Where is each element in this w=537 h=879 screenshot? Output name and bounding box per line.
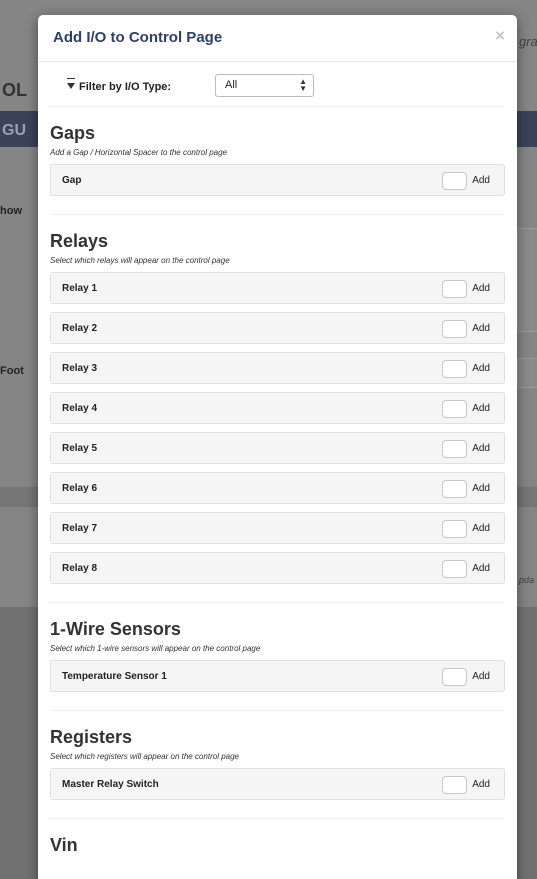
add-label: Add — [472, 483, 490, 494]
io-item-label: Relay 3 — [62, 363, 98, 374]
filter-row: Filter by I/O Type: All ▲ ▼ — [50, 62, 505, 107]
background-textarea — [517, 228, 537, 332]
section-heading: Gaps — [50, 123, 96, 143]
io-item-label: Relay 1 — [62, 283, 98, 294]
filter-label-group: Filter by I/O Type: — [67, 78, 172, 93]
add-checkbox[interactable] — [442, 400, 467, 418]
section-description: Select which 1-wire sensors will appear … — [50, 644, 261, 653]
modal-body: Filter by I/O Type: All ▲ ▼ Gaps Add a Gap… — [38, 62, 517, 856]
io-item-row: Relay 4 Add — [50, 392, 505, 424]
add-label: Add — [472, 523, 490, 534]
io-item-label: Relay 5 — [62, 443, 98, 454]
io-item-row: Relay 3 Add — [50, 352, 505, 384]
add-checkbox[interactable] — [442, 520, 467, 538]
section-heading: Relays — [50, 231, 109, 251]
filter-label: Filter by I/O Type: — [79, 81, 172, 93]
io-item-row: Relay 6 Add — [50, 472, 505, 504]
add-checkbox[interactable] — [442, 280, 467, 298]
section-description: Select which registers will appear on th… — [50, 752, 239, 761]
section-relays: Relays Select which relays will appear on… — [50, 231, 505, 603]
io-sections: Gaps Add a Gap / Horizontal Spacer to the… — [50, 123, 505, 856]
io-item-row: Relay 2 Add — [50, 312, 505, 344]
add-label: Add — [472, 563, 490, 574]
add-checkbox[interactable] — [442, 320, 467, 338]
background-nav-text: GU — [2, 122, 26, 139]
close-icon[interactable]: × — [495, 26, 505, 46]
section-gaps: Gaps Add a Gap / Horizontal Spacer to the… — [50, 123, 505, 215]
add-label: Add — [472, 443, 490, 454]
io-item-row: Relay 5 Add — [50, 432, 505, 464]
background-footer-label: Foot — [0, 365, 24, 377]
section-registers: Registers Select which registers will app… — [50, 727, 505, 819]
background-right-text-bottom: pda — [519, 575, 535, 585]
add-checkbox[interactable] — [442, 440, 467, 458]
add-label: Add — [472, 363, 490, 374]
io-item-row: Master Relay Switch Add — [50, 768, 505, 800]
io-item-row: Relay 1 Add — [50, 272, 505, 304]
add-label: Add — [472, 671, 490, 682]
section-heading: Registers — [50, 727, 133, 747]
add-label: Add — [472, 175, 490, 186]
add-checkbox[interactable] — [442, 360, 467, 378]
background-show-label: how — [0, 205, 22, 217]
add-checkbox[interactable] — [442, 776, 467, 794]
io-item-label: Relay 2 — [62, 323, 98, 334]
add-label: Add — [472, 323, 490, 334]
add-checkbox[interactable] — [442, 668, 467, 686]
io-item-row: Gap Add — [50, 164, 505, 196]
add-checkbox[interactable] — [442, 480, 467, 498]
section-vin: Vin — [50, 835, 505, 856]
io-item-label: Master Relay Switch — [62, 779, 159, 790]
io-item-row: Temperature Sensor 1 Add — [50, 660, 505, 692]
background-right-text-top: gra — [519, 34, 537, 49]
add-label: Add — [472, 403, 490, 414]
io-item-row: Relay 7 Add — [50, 512, 505, 544]
filter-icon — [67, 78, 79, 93]
select-arrows-icon: ▲ ▼ — [299, 77, 307, 93]
section-heading: Vin — [50, 835, 78, 855]
background-brand-text: OL — [2, 80, 27, 100]
section-1-wire-sensors: 1-Wire Sensors Select which 1-wire sensor… — [50, 619, 505, 711]
section-description: Add a Gap / Horizontal Spacer to the con… — [50, 148, 227, 157]
io-type-select-value: All — [225, 79, 238, 91]
io-item-label: Temperature Sensor 1 — [62, 671, 167, 682]
modal-title: Add I/O to Control Page — [53, 29, 223, 46]
modal-header: Add I/O to Control Page × — [38, 15, 517, 62]
add-label: Add — [472, 779, 490, 790]
io-item-label: Gap — [62, 175, 82, 186]
add-checkbox[interactable] — [442, 560, 467, 578]
io-item-label: Relay 4 — [62, 403, 98, 414]
io-item-label: Relay 6 — [62, 483, 98, 494]
add-label: Add — [472, 283, 490, 294]
section-heading: 1-Wire Sensors — [50, 619, 181, 639]
io-item-row: Relay 8 Add — [50, 552, 505, 584]
section-description: Select which relays will appear on the c… — [50, 256, 230, 265]
add-io-modal: Add I/O to Control Page × Filter by I/O … — [38, 15, 517, 879]
background-footer-input — [517, 358, 537, 388]
add-checkbox[interactable] — [442, 172, 467, 190]
io-item-label: Relay 7 — [62, 523, 98, 534]
io-type-select[interactable]: All ▲ ▼ — [215, 74, 314, 97]
io-item-label: Relay 8 — [62, 563, 98, 574]
